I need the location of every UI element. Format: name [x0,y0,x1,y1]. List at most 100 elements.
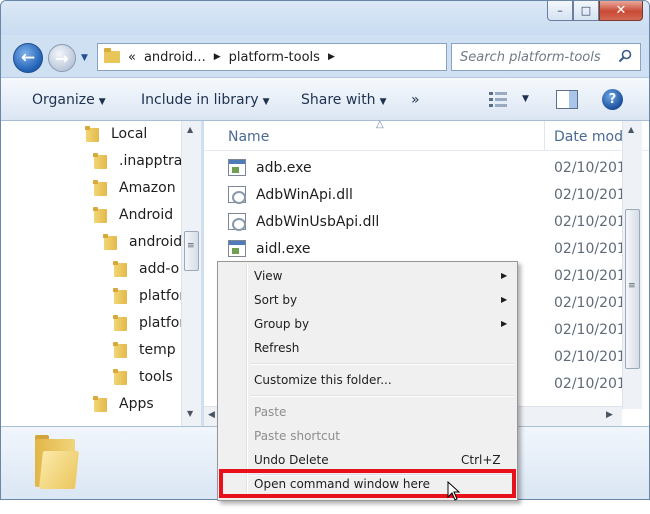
file-date: 02/10/201 [554,241,626,257]
tree-item-label: temp [139,342,176,358]
close-button[interactable]: ✕ [599,1,643,21]
more-commands-button[interactable]: » [411,92,420,108]
title-bar[interactable]: – □ ✕ [1,1,649,35]
tree-item[interactable]: .inapptrac [93,151,190,171]
file-row[interactable]: adb.exe 02/10/201 [204,156,626,180]
submenu-arrow-icon: ▶ [501,319,508,328]
chevron-down-icon: ▼ [379,97,387,107]
organize-button[interactable]: Organize ▼ [32,92,106,108]
address-bar[interactable]: « android... ▶ platform-tools ▶ ⇅ [97,43,532,71]
scroll-up-icon[interactable]: ▲ [187,125,193,134]
address-overflow[interactable]: « [128,50,136,65]
file-list-scrollbar[interactable]: ▲ ≡ [622,121,642,409]
search-placeholder: Search platform-tools [460,49,601,65]
maximize-button[interactable]: □ [573,1,599,21]
breadcrumb-android[interactable]: android... [144,50,206,65]
menu-separator [250,363,514,365]
scroll-down-icon[interactable]: ▼ [187,409,193,418]
menu-item-paste-shortcut: Paste shortcut [254,429,340,443]
file-date: 02/10/201 [554,214,626,230]
file-name: AdbWinUsbApi.dll [256,214,380,230]
organize-label: Organize [32,92,95,108]
grip-icon: ≡ [628,281,636,291]
submenu-arrow-icon: ▶ [501,295,508,304]
folder-icon [103,233,119,251]
file-date: 02/10/201 [554,295,626,311]
submenu-arrow-icon: ▶ [501,271,508,280]
folder-icon [35,435,79,489]
menu-item-undo-delete[interactable]: Undo Delete [254,453,329,467]
folder-icon [93,179,109,197]
change-view-icon[interactable] [488,91,508,108]
file-date: 02/10/201 [554,160,626,176]
tree-item[interactable]: Apps [93,394,154,414]
breadcrumb-arrow-icon[interactable]: ▶ [214,52,221,62]
file-date: 02/10/201 [554,268,626,284]
tree-item[interactable]: Local [85,124,147,144]
back-arrow-icon: ← [20,48,36,68]
sort-ascending-icon: △ [376,119,384,130]
back-button[interactable]: ← [13,43,43,73]
tree-item-label: tools [139,369,173,385]
file-name: adb.exe [256,160,312,176]
share-with-button[interactable]: Share with ▼ [301,92,386,108]
tree-item[interactable]: Android [93,205,173,225]
column-date-modified[interactable]: Date modified [544,121,630,151]
scroll-right-icon[interactable]: ▶ [606,410,613,420]
tree-item[interactable]: platfor [113,286,185,306]
tree-item[interactable]: android- [103,232,187,252]
scroll-left-icon[interactable]: ◀ [208,410,215,420]
file-row[interactable]: aidl.exe 02/10/201 [204,237,626,261]
menu-item-paste: Paste [254,405,287,419]
scroll-thumb[interactable] [184,231,199,271]
dll-file-icon [228,213,246,231]
menu-item-group-by[interactable]: Group by [254,317,309,331]
menu-item-refresh[interactable]: Refresh [254,341,299,355]
nav-scrollbar[interactable]: ▲ ≡ ▼ [181,121,201,426]
grip-icon: ≡ [187,241,195,251]
tree-item[interactable]: Amazon [93,178,176,198]
forward-button[interactable]: → [48,44,76,72]
navigation-pane: Local .inapptrac Amazon Android android-… [1,121,201,426]
minimize-button[interactable]: – [547,1,573,21]
command-bar: Organize ▼ Include in library ▼ Share with… [1,77,649,121]
forward-arrow-icon: → [55,48,69,68]
folder-icon [113,287,129,305]
address-row: ← → ▼ « android... ▶ platform-tools ▶ ⇅ … [1,35,649,77]
column-name[interactable]: Name [228,129,269,145]
menu-item-view[interactable]: View [254,269,282,283]
menu-item-customize-folder[interactable]: Customize this folder... [254,373,392,387]
caption-buttons: – □ ✕ [547,1,643,21]
file-date: 02/10/201 [554,376,626,392]
menu-separator [250,395,514,397]
undo-shortcut: Ctrl+Z [461,453,501,467]
tree-item-label: platfor [139,288,186,304]
tree-item-label: android- [129,234,188,250]
highlight-box [219,469,516,498]
search-icon[interactable] [618,49,632,63]
scroll-up-icon[interactable]: ▲ [628,125,634,134]
tree-item-label: Amazon [119,180,176,196]
folder-icon [113,368,129,386]
preview-pane-icon[interactable] [556,90,578,109]
file-row[interactable]: AdbWinApi.dll 02/10/201 [204,183,626,207]
tree-item[interactable]: platfor [113,313,185,333]
recent-pages-dropdown[interactable]: ▼ [81,53,88,63]
menu-item-sort-by[interactable]: Sort by [254,293,297,307]
tree-item[interactable]: tools [113,367,173,387]
view-options-dropdown[interactable]: ▼ [522,94,529,104]
include-in-library-button[interactable]: Include in library ▼ [141,92,270,108]
help-icon[interactable]: ? [602,89,623,110]
breadcrumb-arrow-icon[interactable]: ▶ [328,52,335,62]
folder-icon [104,48,120,63]
tree-item[interactable]: temp [113,340,176,360]
context-menu: View ▶ Sort by ▶ Group by ▶ Refresh Cust… [217,261,518,501]
breadcrumb-platform-tools[interactable]: platform-tools [229,50,320,65]
folder-icon [113,314,129,332]
tree-item[interactable]: add-o [113,259,179,279]
dll-file-icon [228,186,246,204]
tree-item-label: .inapptrac [119,153,191,169]
folder-icon [93,152,109,170]
search-input[interactable]: Search platform-tools [451,43,641,71]
file-row[interactable]: AdbWinUsbApi.dll 02/10/201 [204,210,626,234]
